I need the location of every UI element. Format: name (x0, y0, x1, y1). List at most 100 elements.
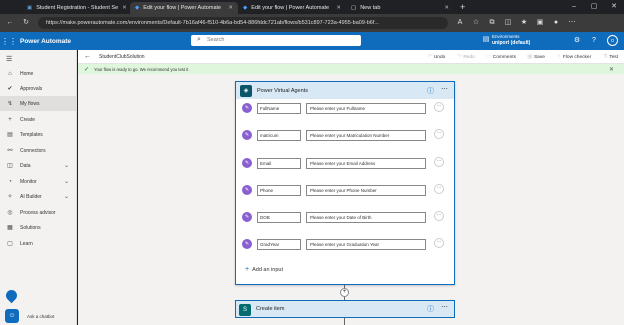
undo-button[interactable]: ↶Undo (426, 53, 445, 61)
input-prompt-field[interactable]: Please enter your Matriculation Number (306, 130, 426, 141)
app-name[interactable]: Power Automate (20, 38, 71, 45)
close-tab-icon[interactable]: ✕ (228, 5, 233, 11)
split-screen-icon[interactable]: ◫ (504, 19, 512, 27)
sidebar-item-home[interactable]: ⌂ Home (0, 66, 77, 81)
flow-checker-button[interactable]: ⚕ Flow checker (555, 53, 591, 61)
browser-tab-active[interactable]: ◆ Edit your flow | Power Automate ✕ (130, 2, 238, 14)
sidebar-item-monitor[interactable]: ◔ Monitor ⌄ (0, 174, 77, 189)
browser-menu-icon[interactable]: ⋯ (568, 19, 576, 27)
command-buttons: ↶Undo ↷Redo ▭Comments ▣Save ⚕ Flow checke… (426, 50, 618, 64)
input-prompt-field[interactable]: Please enter your Date of Birth (306, 212, 426, 223)
settings-gear-icon[interactable]: ⚙ (573, 37, 581, 45)
app-header: ⋮⋮ Power Automate ⌕ Search ▤ Environment… (0, 32, 624, 50)
favorite-star-icon[interactable]: ☆ (472, 19, 480, 27)
input-prompt-field[interactable]: Please enter your Fullname (306, 103, 426, 114)
browser-avatar-icon[interactable]: ● (552, 19, 560, 27)
sidebar-item-approvals[interactable]: ✔ Approvals (0, 81, 77, 96)
avatar[interactable]: O (607, 35, 618, 46)
sidebar-item-create[interactable]: + Create (0, 112, 77, 127)
text-input-icon: ✎ (242, 212, 252, 222)
maximize-icon[interactable]: ▢ (584, 0, 604, 14)
save-button[interactable]: ▣Save (526, 53, 545, 61)
hamburger-menu-icon[interactable]: ☰ (6, 55, 12, 63)
row-more-icon[interactable]: ⋯ (434, 184, 444, 194)
flow-name: StudentClubSolution (99, 53, 145, 60)
extensions-icon[interactable]: ⧉ (488, 19, 496, 27)
row-more-icon[interactable]: ⋯ (434, 211, 444, 221)
test-button[interactable]: ⚗Test (601, 53, 618, 61)
input-name-field[interactable]: matricum (257, 130, 301, 141)
close-icon[interactable]: ✕ (609, 66, 614, 73)
input-row: ✎ matricum Please enter your Matriculati… (240, 129, 452, 141)
add-input-button[interactable]: + Add an input (245, 266, 283, 273)
close-window-icon[interactable]: ✕ (604, 0, 624, 14)
browser-tab[interactable]: ▣ Student Registration - Student Se ✕ (22, 2, 130, 14)
sidebar-item-connectors[interactable]: ⚯ Connectors (0, 143, 77, 158)
row-more-icon[interactable]: ⋯ (434, 102, 444, 112)
browser-tab[interactable]: ◆ Edit your flow | Power Automate ✕ (238, 2, 346, 14)
close-tab-icon[interactable]: ✕ (336, 5, 341, 11)
more-options-icon[interactable]: ⋯ (441, 85, 449, 93)
monitor-icon: ◔ (8, 178, 12, 185)
redo-button[interactable]: ↷Redo (455, 53, 475, 61)
text-input-icon: ✎ (242, 239, 252, 249)
read-aloud-icon[interactable]: A (456, 19, 464, 27)
sidebar-item-my-flows[interactable]: ↯ My flows (0, 96, 77, 111)
templates-icon: ▤ (7, 131, 13, 138)
input-name-field[interactable]: Phone (257, 185, 301, 196)
action-title: Create item (256, 306, 285, 312)
address-bar-row: ← ↻ https://make.powerautomate.com/envir… (0, 14, 624, 32)
sidebar-item-learn[interactable]: ▢ Learn (0, 236, 77, 251)
input-prompt-field[interactable]: Please enter your Graduation Year (306, 239, 426, 250)
close-tab-icon[interactable]: ✕ (122, 5, 127, 11)
input-row: ✎ GradYear Please enter your Graduation … (240, 238, 452, 250)
connectors-icon: ⚯ (7, 147, 13, 154)
new-tab-page-icon: ▢ (351, 5, 357, 11)
environment-icon: ▤ (482, 36, 490, 43)
input-name-field[interactable]: FullName (257, 103, 301, 114)
comments-button[interactable]: ▭Comments (485, 53, 516, 61)
new-tab-plus-icon[interactable]: + (454, 2, 471, 12)
sidebar-item-ai-builder[interactable]: ✧ AI Builder ⌄ (0, 189, 77, 204)
input-prompt-field[interactable]: Please enter your Email Address (306, 158, 426, 169)
more-options-icon[interactable]: ⋯ (441, 303, 449, 311)
sidebar-item-process-advisor[interactable]: ◎ Process advisor (0, 205, 77, 220)
plus-icon: + (245, 266, 250, 273)
input-name-field[interactable]: DOB (257, 212, 301, 223)
close-tab-icon[interactable]: ✕ (444, 5, 449, 11)
solutions-icon: ▦ (7, 224, 13, 231)
input-name-field[interactable]: GradYear (257, 239, 301, 250)
chatbot-label[interactable]: Ask a chatbot (27, 314, 54, 319)
input-prompt-field[interactable]: Please enter your Phone Number (306, 185, 426, 196)
minimize-icon[interactable]: – (564, 0, 584, 14)
input-row: ✎ FullName Please enter your Fullname ⋯ (240, 102, 452, 114)
help-icon[interactable]: ? (590, 37, 598, 45)
sidebar-item-data[interactable]: ◫ Data ⌄ (0, 158, 77, 173)
input-name-field[interactable]: Email (257, 158, 301, 169)
create-item-card[interactable]: S Create item ⓘ ⋯ (235, 300, 455, 318)
process-advisor-icon: ◎ (7, 209, 13, 216)
back-arrow-icon[interactable]: ← (6, 19, 14, 27)
row-more-icon[interactable]: ⋯ (434, 129, 444, 139)
row-more-icon[interactable]: ⋯ (434, 238, 444, 248)
app-launcher-icon[interactable]: ⋮⋮ (0, 37, 18, 46)
chevron-down-icon: ⌄ (63, 163, 69, 169)
chatbot-icon[interactable]: ☺ (5, 309, 19, 323)
ai-builder-icon: ✧ (7, 193, 13, 200)
trigger-card-header[interactable]: ◈ Power Virtual Agents ⓘ ⋯ (236, 82, 454, 99)
back-arrow-icon[interactable]: ← (84, 53, 91, 60)
info-icon[interactable]: ⓘ (427, 86, 434, 96)
sidebar-item-templates[interactable]: ▤ Templates (0, 127, 77, 142)
row-more-icon[interactable]: ⋯ (434, 157, 444, 167)
sidebar-item-solutions[interactable]: ▦ Solutions (0, 220, 77, 235)
search-input[interactable]: ⌕ Search (191, 35, 361, 46)
browser-tab[interactable]: ▢ New tab ✕ (346, 2, 454, 14)
environment-picker[interactable]: Environments uniport (default) (492, 34, 530, 46)
refresh-icon[interactable]: ↻ (22, 19, 30, 27)
favorites-icon[interactable]: ★ (520, 19, 528, 27)
info-icon[interactable]: ⓘ (427, 304, 434, 314)
insert-step-plus-icon[interactable]: + (340, 288, 349, 297)
input-row: ✎ Email Please enter your Email Address … (240, 157, 452, 169)
collections-icon[interactable]: ▣ (536, 19, 544, 27)
address-bar[interactable]: https://make.powerautomate.com/environme… (38, 17, 448, 29)
